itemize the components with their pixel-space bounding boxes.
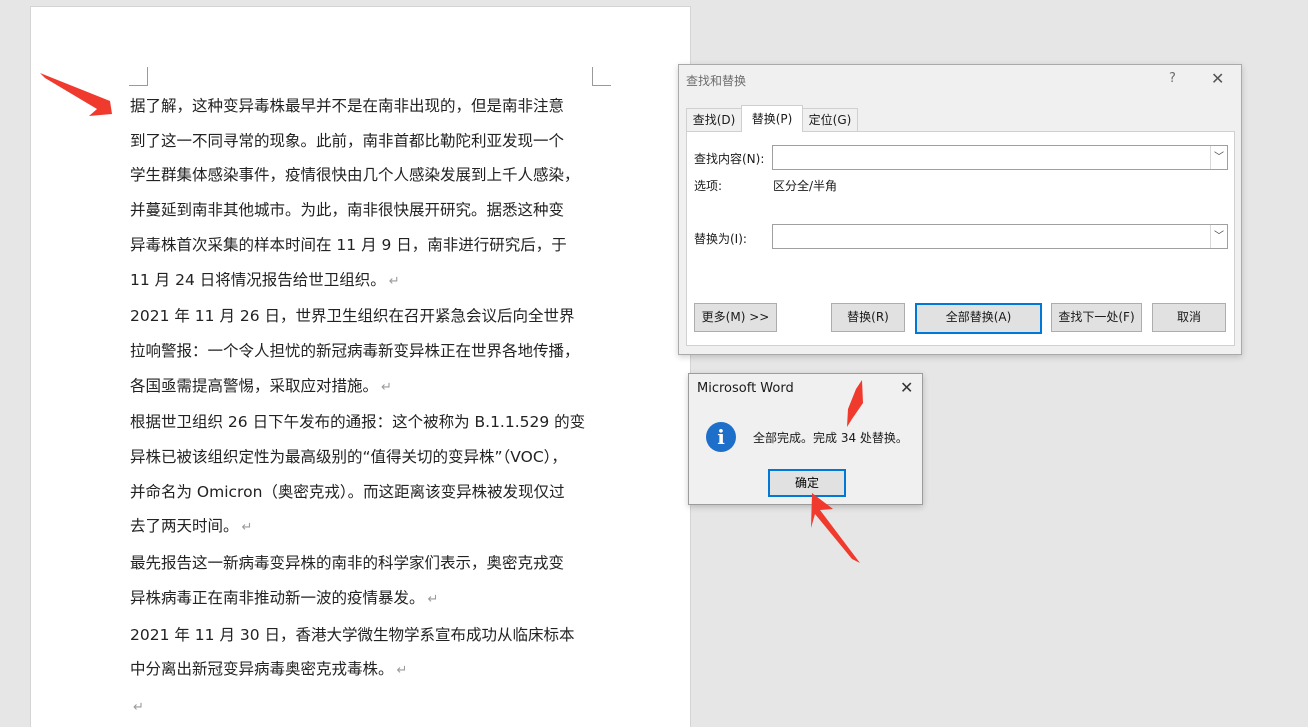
text-line-content: 各国亟需提高警惕，采取应对措施。 [130, 376, 379, 395]
tab-find[interactable]: 查找(D) [686, 108, 742, 131]
chevron-down-icon[interactable]: ﹀ [1210, 225, 1227, 248]
find-next-button[interactable]: 查找下一处(F) [1051, 303, 1142, 332]
text-line: 根据世卫组织 26 日下午发布的通报：这个被称为 B.1.1.529 的变 [130, 413, 586, 432]
document-body[interactable]: 据了解，这种变异毒株最早并不是在南非出现的，但是南非注意 到了这一不同寻常的现象… [130, 89, 600, 726]
text-line: 各国亟需提高警惕，采取应对措施。 ↵ [130, 369, 600, 406]
text-line: 拉响警报：一个令人担忧的新冠病毒新变异株正在世界各地传播， [130, 341, 580, 360]
options-label: 选项: [694, 179, 723, 193]
text-line: 去了两天时间。 ↵ [130, 509, 600, 546]
message-box: Microsoft Word ✕ i 全部完成。完成 34 处替换。 确定 [688, 373, 923, 505]
text-line-content: 去了两天时间。 [130, 517, 239, 536]
paragraph: 2021 年 11 月 26 日，世界卫生组织在召开紧急会议后向全世界 拉响警报… [130, 299, 600, 405]
text-line: 11 月 24 日将情况报告给世卫组织。 ↵ [130, 263, 600, 300]
text-line-content: 11 月 24 日将情况报告给世卫组织。 [130, 270, 386, 289]
paragraph-mark-icon: ↵ [133, 699, 144, 715]
ok-button[interactable]: 确定 [768, 469, 846, 497]
replace-all-button[interactable]: 全部替换(A) [915, 303, 1042, 334]
find-label: 查找内容(N): [694, 152, 765, 166]
text-line: 并蔓延到南非其他城市。为此，南非很快展开研究。据悉这种变 [130, 201, 565, 220]
empty-paragraph: ↵ [130, 689, 600, 726]
text-line: 到了这一不同寻常的现象。此前，南非首都比勒陀利亚发现一个 [130, 131, 565, 150]
find-replace-dialog: 查找和替换 ? ✕ 查找(D) 替换(P) 定位(G) 查找内容(N): ﹀ 选… [678, 64, 1242, 355]
margin-corner-top-right [592, 67, 611, 86]
text-line: 异株已被该组织定性为最高级别的“值得关切的变异株”（VOC）， [130, 448, 567, 467]
paragraph-mark-icon: ↵ [396, 663, 408, 679]
text-line-content: 异株病毒正在南非推动新一波的疫情暴发。 [130, 588, 425, 607]
tab-goto[interactable]: 定位(G) [802, 108, 858, 131]
paragraph: 2021 年 11 月 30 日，香港大学微生物学系宣布成功从临床标本 中分离出… [130, 618, 600, 689]
document-page[interactable]: 据了解，这种变异毒株最早并不是在南非出现的，但是南非注意 到了这一不同寻常的现象… [30, 6, 691, 727]
paragraph-mark-icon: ↵ [241, 520, 253, 536]
text-line: 异株病毒正在南非推动新一波的疫情暴发。 ↵ [130, 581, 600, 618]
close-icon[interactable]: ✕ [900, 378, 913, 397]
more-button[interactable]: 更多(M) >> [694, 303, 777, 332]
paragraph-mark-icon: ↵ [427, 591, 439, 607]
replace-button[interactable]: 替换(R) [831, 303, 905, 332]
tab-replace[interactable]: 替换(P) [741, 105, 803, 132]
info-icon: i [706, 422, 736, 452]
replace-label: 替换为(I): [694, 232, 747, 246]
cancel-button[interactable]: 取消 [1152, 303, 1226, 332]
text-line-content: 中分离出新冠变异病毒奥密克戎毒株。 [130, 660, 394, 679]
message-box-body: i 全部完成。完成 34 处替换。 确定 [689, 406, 922, 504]
text-line: 2021 年 11 月 30 日，香港大学微生物学系宣布成功从临床标本 [130, 625, 575, 644]
help-icon[interactable]: ? [1169, 71, 1176, 86]
replace-panel: 查找内容(N): ﹀ 选项: 区分全/半角 替换为(I): ﹀ 更多(M) >>… [686, 131, 1235, 346]
chevron-down-icon[interactable]: ﹀ [1210, 146, 1227, 169]
paragraph: 根据世卫组织 26 日下午发布的通报：这个被称为 B.1.1.529 的变 异株… [130, 405, 600, 546]
paragraph-mark-icon: ↵ [388, 273, 400, 289]
text-line: 最先报告这一新病毒变异株的南非的科学家们表示，奥密克戎变 [130, 554, 565, 573]
text-line: 据了解，这种变异毒株最早并不是在南非出现的，但是南非注意 [130, 97, 565, 115]
text-line: 学生群集体感染事件，疫情很快由几个人感染发展到上千人感染， [130, 166, 580, 185]
text-line: 中分离出新冠变异病毒奥密克戎毒株。 ↵ [130, 652, 600, 689]
replace-input[interactable]: ﹀ [772, 224, 1228, 249]
options-value: 区分全/半角 [773, 179, 838, 193]
text-line: 并命名为 Omicron（奥密克戎）。而这距离该变异株被发现仅过 [130, 482, 565, 501]
find-input[interactable]: ﹀ [772, 145, 1228, 170]
text-line: 异毒株首次采集的样本时间在 11 月 9 日，南非进行研究后，于 [130, 235, 567, 254]
close-icon[interactable]: ✕ [1211, 69, 1224, 88]
text-line: 2021 年 11 月 26 日，世界卫生组织在召开紧急会议后向全世界 [130, 307, 575, 326]
dialog-title: 查找和替换 [686, 74, 747, 88]
message-box-title: Microsoft Word [697, 381, 794, 396]
paragraph-mark-icon: ↵ [381, 379, 392, 395]
paragraph: 据了解，这种变异毒株最早并不是在南非出现的，但是南非注意 到了这一不同寻常的现象… [130, 89, 600, 299]
paragraph: 最先报告这一新病毒变异株的南非的科学家们表示，奥密克戎变 异株病毒正在南非推动新… [130, 546, 600, 617]
margin-corner-top-left [129, 67, 148, 86]
message-text: 全部完成。完成 34 处替换。 [753, 431, 908, 445]
